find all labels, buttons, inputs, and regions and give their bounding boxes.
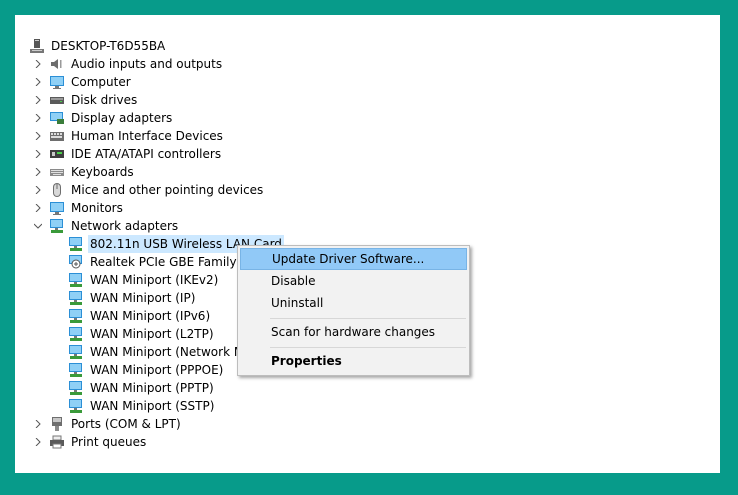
category-label: Network adapters [71, 219, 179, 233]
menu-properties[interactable]: Properties [240, 350, 467, 372]
network-adapter-icon [68, 344, 84, 360]
chevron-right-icon[interactable] [33, 59, 43, 69]
network-adapter-icon [68, 326, 84, 342]
chevron-right-icon[interactable] [33, 131, 43, 141]
menu-uninstall[interactable]: Uninstall [240, 292, 467, 314]
chevron-right-icon[interactable] [33, 419, 43, 429]
tree-category-monitors[interactable]: Monitors [33, 199, 125, 217]
device-label: WAN Miniport (L2TP) [90, 327, 214, 341]
menu-separator [270, 318, 466, 319]
tree-category-hid[interactable]: Human Interface Devices [33, 127, 225, 145]
category-label: Disk drives [71, 93, 138, 107]
network-adapter-icon [68, 362, 84, 378]
device-label: WAN Miniport (IP) [90, 291, 196, 305]
category-label: Monitors [71, 201, 123, 215]
chevron-right-icon[interactable] [33, 113, 43, 123]
tree-category-network-adapters[interactable]: Network adapters [33, 217, 180, 235]
category-label: Human Interface Devices [71, 129, 223, 143]
tree-category-disk-drives[interactable]: Disk drives [33, 91, 139, 109]
chevron-right-icon[interactable] [33, 77, 43, 87]
device-tree: DESKTOP-T6D55BA Audio inputs and outputs… [15, 15, 720, 473]
menu-scan-hardware[interactable]: Scan for hardware changes [240, 321, 467, 343]
tree-root[interactable]: DESKTOP-T6D55BA [29, 37, 167, 55]
category-label: Keyboards [71, 165, 134, 179]
tree-category-computer[interactable]: Computer [33, 73, 133, 91]
category-label: Audio inputs and outputs [71, 57, 223, 71]
network-adapter-icon [68, 290, 84, 306]
network-adapter-icon [49, 218, 65, 234]
network-adapter-icon [68, 272, 84, 288]
category-label: Display adapters [71, 111, 173, 125]
tree-category-audio[interactable]: Audio inputs and outputs [33, 55, 224, 73]
chevron-down-icon[interactable] [33, 221, 43, 231]
chevron-right-icon[interactable] [33, 437, 43, 447]
hid-icon [49, 128, 65, 144]
chevron-right-icon[interactable] [33, 95, 43, 105]
speaker-icon [49, 56, 65, 72]
menu-update-driver[interactable]: Update Driver Software... [240, 248, 467, 270]
context-menu: Update Driver Software... Disable Uninst… [237, 245, 470, 376]
tree-category-ports[interactable]: Ports (COM & LPT) [33, 415, 183, 433]
category-label: Print queues [71, 435, 147, 449]
network-adapter-icon [68, 236, 84, 252]
menu-disable[interactable]: Disable [240, 270, 467, 292]
tree-category-keyboards[interactable]: Keyboards [33, 163, 136, 181]
tree-device-wan-ip[interactable]: WAN Miniport (IP) [68, 289, 197, 307]
tree-device-wan-ipv6[interactable]: WAN Miniport (IPv6) [68, 307, 212, 325]
device-label: WAN Miniport (SSTP) [90, 399, 215, 413]
tree-root-label: DESKTOP-T6D55BA [51, 39, 166, 53]
tree-device-wan-pptp[interactable]: WAN Miniport (PPTP) [68, 379, 216, 397]
device-label: WAN Miniport (PPPOE) [90, 363, 224, 377]
monitor-icon [49, 200, 65, 216]
network-adapter-icon [68, 380, 84, 396]
device-label: WAN Miniport (IKEv2) [90, 273, 219, 287]
menu-separator [270, 347, 466, 348]
keyboard-icon [49, 164, 65, 180]
tree-category-display-adapters[interactable]: Display adapters [33, 109, 174, 127]
category-label: Ports (COM & LPT) [71, 417, 181, 431]
network-adapter-icon [68, 254, 84, 270]
port-icon [49, 416, 65, 432]
tree-category-mice[interactable]: Mice and other pointing devices [33, 181, 265, 199]
disk-drive-icon [49, 92, 65, 108]
category-label: IDE ATA/ATAPI controllers [71, 147, 222, 161]
category-label: Mice and other pointing devices [71, 183, 264, 197]
chevron-right-icon[interactable] [33, 185, 43, 195]
ide-controller-icon [49, 146, 65, 162]
network-adapter-icon [68, 398, 84, 414]
chevron-right-icon[interactable] [33, 203, 43, 213]
device-label: WAN Miniport (PPTP) [90, 381, 214, 395]
mouse-icon [49, 182, 65, 198]
chevron-right-icon[interactable] [33, 149, 43, 159]
tree-device-wan-l2tp[interactable]: WAN Miniport (L2TP) [68, 325, 216, 343]
chevron-right-icon[interactable] [33, 167, 43, 177]
tree-device-wan-ikev2[interactable]: WAN Miniport (IKEv2) [68, 271, 220, 289]
tree-device-wan-sstp[interactable]: WAN Miniport (SSTP) [68, 397, 216, 415]
tree-category-print-queues[interactable]: Print queues [33, 433, 148, 451]
display-adapter-icon [49, 110, 65, 126]
category-label: Computer [71, 75, 131, 89]
tree-device-wan-pppoe[interactable]: WAN Miniport (PPPOE) [68, 361, 225, 379]
device-label: WAN Miniport (IPv6) [90, 309, 211, 323]
printer-icon [49, 434, 65, 450]
device-manager-panel: DESKTOP-T6D55BA Audio inputs and outputs… [15, 15, 720, 473]
monitor-icon [49, 74, 65, 90]
network-adapter-icon [68, 308, 84, 324]
computer-tower-icon [29, 38, 45, 54]
tree-category-ide[interactable]: IDE ATA/ATAPI controllers [33, 145, 223, 163]
